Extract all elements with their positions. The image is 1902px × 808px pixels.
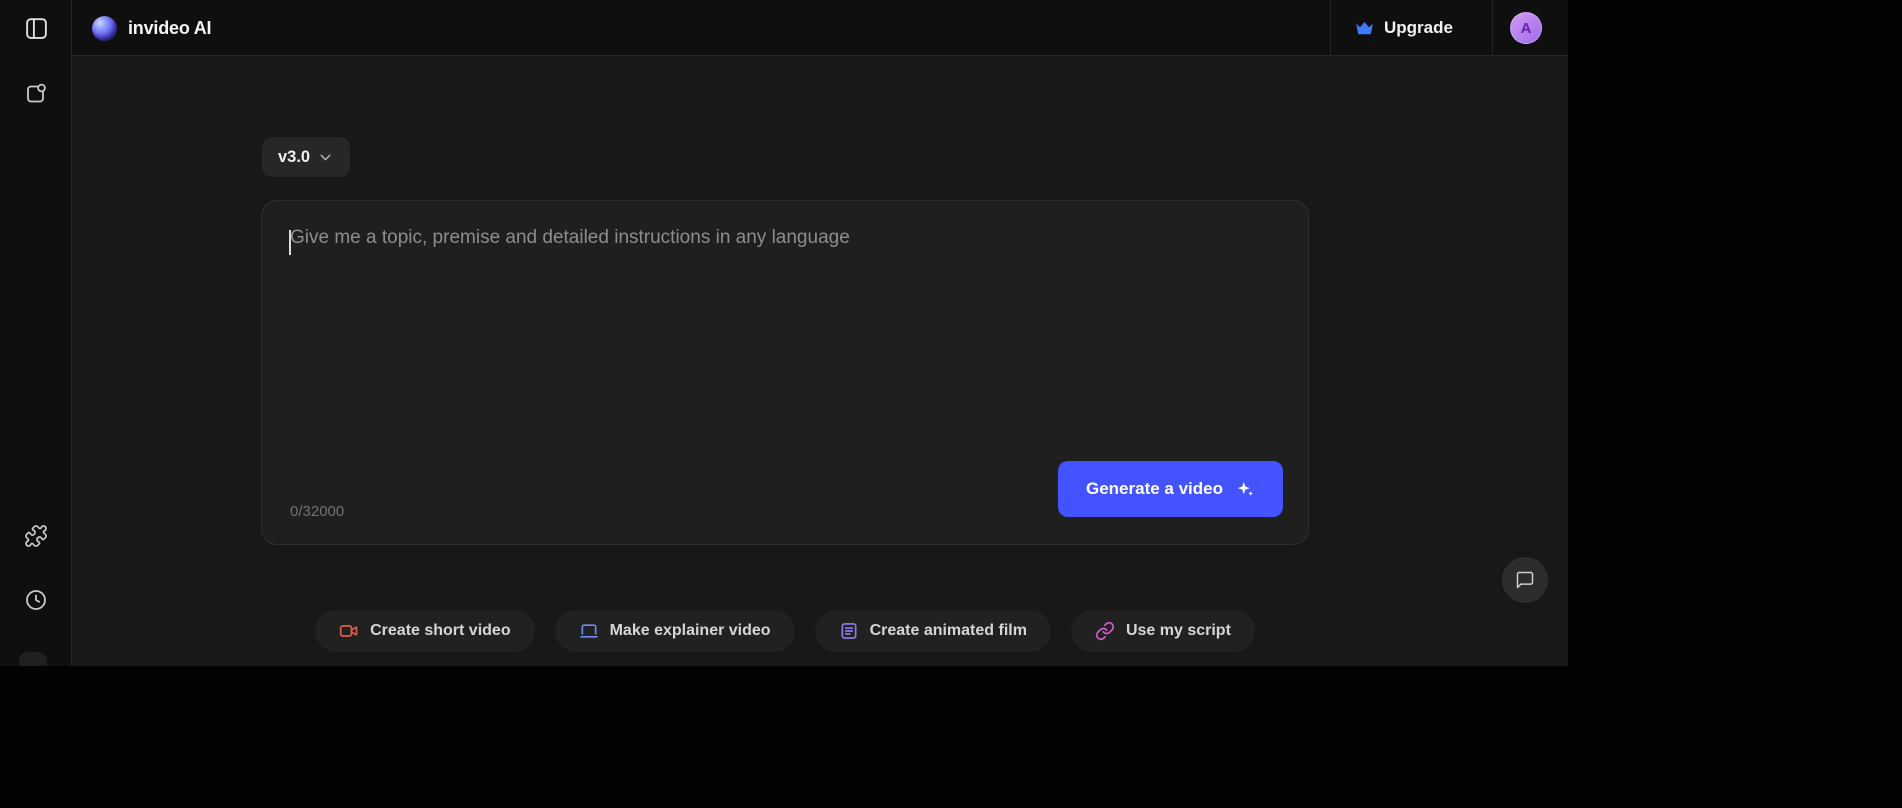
suggestion-create-animated-film[interactable]: Create animated film: [814, 610, 1051, 652]
logo-text: invideo AI: [128, 17, 212, 38]
history-clock-icon: [26, 590, 46, 610]
puzzle-icon: [25, 525, 47, 547]
avatar[interactable]: A: [1510, 12, 1542, 44]
chevron-down-icon: [320, 154, 331, 160]
suggestion-label: Create short video: [370, 622, 511, 639]
suggestion-use-my-script[interactable]: Use my script: [1070, 610, 1255, 652]
app-window: invideo AI Upgrade A v3.0 Give me a topi…: [0, 0, 1568, 666]
topbar: invideo AI Upgrade A: [72, 0, 1568, 56]
screen: invideo AI Upgrade A v3.0 Give me a topi…: [0, 0, 1902, 808]
char-counter: 0/32000: [290, 503, 345, 520]
sparkle-icon: [1237, 481, 1253, 496]
projects-icon: [27, 83, 46, 103]
suggestion-make-explainer-video[interactable]: Make explainer video: [554, 610, 795, 652]
sidebar-item-projects[interactable]: [16, 74, 56, 114]
upgrade-button[interactable]: Upgrade: [1354, 0, 1453, 56]
chat-button[interactable]: [1502, 557, 1548, 603]
version-label: v3.0: [278, 147, 311, 166]
generate-video-button[interactable]: Generate a video: [1057, 461, 1283, 517]
generate-label: Generate a video: [1085, 479, 1223, 498]
link-icon: [1095, 621, 1115, 641]
suggestion-label: Use my script: [1125, 622, 1231, 639]
suggestion-label: Create animated film: [869, 622, 1027, 639]
crown-icon: [1356, 21, 1373, 34]
sidebar: [0, 0, 72, 666]
sidebar-bottom-item[interactable]: [19, 652, 47, 666]
sidebar-item-plugins[interactable]: [16, 516, 56, 556]
sidebar-toggle-button[interactable]: [16, 8, 56, 48]
laptop-icon: [579, 624, 598, 638]
suggestion-create-short-video[interactable]: Create short video: [315, 610, 535, 652]
topbar-divider: [1330, 0, 1331, 56]
suggestion-label: Make explainer video: [609, 622, 771, 639]
sidebar-item-history[interactable]: [16, 580, 56, 620]
script-lines-icon: [841, 623, 857, 639]
suggestion-row: Create short video Make explainer video: [261, 610, 1309, 652]
video-camera-icon: [339, 625, 358, 637]
logo[interactable]: invideo AI: [92, 0, 212, 56]
prompt-box: 0/32000 Generate a video: [261, 200, 1309, 545]
version-selector[interactable]: v3.0: [262, 137, 351, 177]
avatar-initial: A: [1520, 19, 1532, 37]
main-content: v3.0 0/32000 Generate a video: [72, 56, 1568, 666]
chat-bubble-icon: [1516, 571, 1534, 589]
upgrade-label: Upgrade: [1384, 18, 1453, 37]
logo-icon: [92, 15, 117, 41]
text-cursor: [289, 230, 291, 255]
panel-left-icon: [25, 17, 47, 39]
topbar-divider: [1492, 0, 1493, 56]
